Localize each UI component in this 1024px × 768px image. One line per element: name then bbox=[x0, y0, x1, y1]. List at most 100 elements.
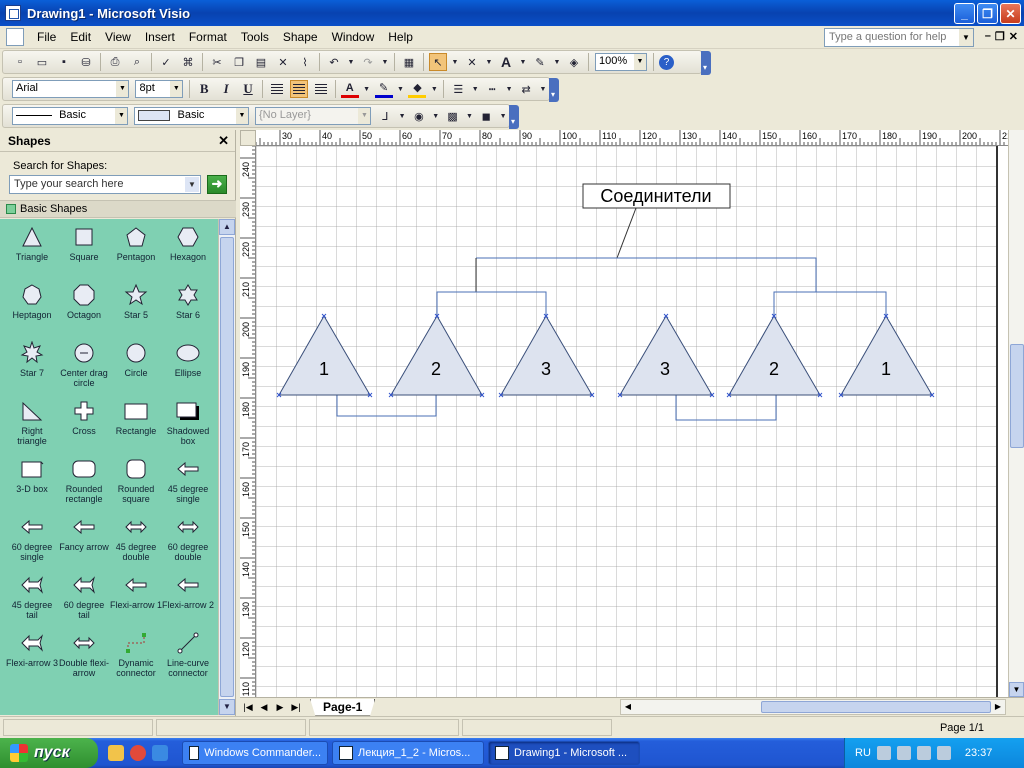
stencil-shape-ellipse[interactable]: Ellipse bbox=[162, 341, 214, 399]
font-size-dropdown-icon[interactable]: ▼ bbox=[170, 81, 183, 97]
horizontal-ruler[interactable]: 30 40 50 60 70 80 90 100 110 120 130 140 150 160 170 18… bbox=[256, 130, 1008, 146]
spelling-icon[interactable]: ✓ bbox=[157, 53, 175, 71]
minimize-button[interactable]: _ bbox=[954, 3, 975, 24]
help-dropdown-icon[interactable]: ▼ bbox=[959, 29, 973, 46]
line-pattern-icon[interactable]: ┅ bbox=[483, 80, 501, 98]
vertical-ruler[interactable]: 240 230 220 210 200 190 180 170 160 150 140 130 120 1… bbox=[240, 146, 256, 697]
save-icon[interactable]: ▪ bbox=[55, 53, 73, 71]
next-page-icon[interactable]: ▶ bbox=[272, 702, 288, 713]
print-icon[interactable]: ⎙ bbox=[106, 53, 124, 71]
doc-restore-button[interactable]: ❐ bbox=[995, 30, 1005, 43]
format-painter-icon[interactable]: ⌇ bbox=[296, 53, 314, 71]
help-icon[interactable]: ? bbox=[659, 54, 674, 70]
connector-top-left[interactable] bbox=[436, 291, 547, 316]
toolbar-options-icon[interactable] bbox=[549, 78, 559, 102]
font-dropdown-icon[interactable]: ▼ bbox=[116, 81, 129, 97]
task-windows-commander[interactable]: Windows Commander... bbox=[182, 741, 328, 765]
stencil-shape-octagon[interactable]: Octagon bbox=[58, 283, 110, 341]
stencil-shape-arrow-double[interactable]: 45 degree double bbox=[110, 515, 162, 573]
stencil-shape-arrow-tail[interactable]: 45 degree tail bbox=[6, 573, 58, 631]
stencil-shape-star5[interactable]: Star 5 bbox=[110, 283, 162, 341]
prev-page-icon[interactable]: ◀ bbox=[256, 702, 272, 713]
dropdown-arrow-icon[interactable]: ▼ bbox=[539, 80, 547, 98]
pointer-tool-icon[interactable]: ↖ bbox=[429, 53, 447, 71]
align-center-icon[interactable] bbox=[289, 80, 308, 98]
menu-insert[interactable]: Insert bbox=[138, 30, 182, 44]
stencil-shape-arrow-left[interactable]: Flexi-arrow 2 bbox=[162, 573, 214, 631]
connector-routing-icon[interactable]: ⅃ bbox=[376, 107, 394, 125]
canvas-horizontal-scrollbar[interactable]: ◀ ▶ bbox=[620, 699, 1006, 715]
stencil-shape-shadow-box[interactable]: Shadowed box bbox=[162, 399, 214, 457]
triangle-shape-6[interactable]: 1 bbox=[840, 314, 933, 396]
fill-color-icon[interactable]: ◆ bbox=[408, 80, 427, 98]
document-icon[interactable] bbox=[6, 28, 24, 46]
stencil-shape-circle[interactable]: Circle bbox=[110, 341, 162, 399]
stencil-scrollbar[interactable]: ▲ ▼ bbox=[218, 219, 235, 715]
dropdown-arrow-icon[interactable]: ▼ bbox=[519, 53, 527, 71]
maximize-button[interactable]: ❐ bbox=[977, 3, 998, 24]
start-button[interactable]: пуск bbox=[0, 738, 98, 768]
scroll-down-icon[interactable]: ▼ bbox=[1009, 682, 1024, 697]
connector-top-main[interactable] bbox=[476, 257, 817, 292]
line-weight-icon[interactable]: ☰ bbox=[449, 80, 467, 98]
stencil-shape-circle-dot[interactable]: Center drag circle bbox=[58, 341, 110, 399]
triangle-shape-3[interactable]: 3 bbox=[500, 314, 593, 396]
undo-icon[interactable]: ↶ bbox=[325, 53, 343, 71]
research-icon[interactable]: ⌘ bbox=[179, 53, 197, 71]
drawing-canvas[interactable]: 1 2 3 3 2 1 Соединители bbox=[256, 146, 1008, 697]
dropdown-arrow-icon[interactable]: ▼ bbox=[347, 53, 355, 71]
stencil-shape-rounded-square[interactable]: Rounded square bbox=[110, 457, 162, 515]
stencil-shape-arrow-tail[interactable]: Flexi-arrow 3 bbox=[6, 631, 58, 689]
quick-launch-icon[interactable] bbox=[108, 745, 124, 761]
zoom-select[interactable]: 100% ▼ bbox=[595, 53, 647, 71]
stencil-shape-arrow-left[interactable]: 60 degree single bbox=[6, 515, 58, 573]
keyboard-icon[interactable] bbox=[876, 746, 891, 760]
zoom-dropdown-icon[interactable]: ▼ bbox=[634, 54, 646, 70]
stencil-shape-dyn-connector[interactable]: Dynamic connector bbox=[110, 631, 162, 689]
dropdown-arrow-icon[interactable]: ▼ bbox=[430, 80, 438, 98]
ruler-corner[interactable] bbox=[240, 130, 256, 146]
stencil-shape-right-triangle[interactable]: Right triangle bbox=[6, 399, 58, 457]
dropdown-arrow-icon[interactable]: ▼ bbox=[553, 53, 561, 71]
dropdown-arrow-icon[interactable]: ▼ bbox=[363, 80, 371, 98]
volume-icon[interactable] bbox=[916, 746, 931, 760]
menu-shape[interactable]: Shape bbox=[276, 30, 325, 44]
permission-icon[interactable]: ⛁ bbox=[77, 53, 95, 71]
italic-icon[interactable]: I bbox=[217, 80, 235, 98]
print-preview-icon[interactable]: ⌕ bbox=[128, 53, 146, 71]
layer-select[interactable]: {No Layer} ▼ bbox=[254, 107, 372, 125]
scroll-thumb[interactable] bbox=[1010, 344, 1024, 448]
doc-minimize-button[interactable]: – bbox=[985, 30, 991, 43]
triangle-shape-2[interactable]: 2 bbox=[390, 314, 483, 396]
shape-fill-icon[interactable]: ◉ bbox=[410, 107, 428, 125]
dropdown-arrow-icon[interactable]: ▼ bbox=[465, 107, 473, 125]
scroll-down-icon[interactable]: ▼ bbox=[219, 699, 235, 715]
line-ends-icon[interactable]: ⇄ bbox=[517, 80, 535, 98]
triangle-shape-4[interactable]: 3 bbox=[619, 315, 713, 396]
fill-style-select[interactable]: Basic ▼ bbox=[134, 107, 249, 125]
stencil-shape-hexagon[interactable]: Hexagon bbox=[162, 225, 214, 283]
stencil-title-bar[interactable]: Basic Shapes bbox=[0, 200, 236, 218]
redo-icon[interactable]: ↷ bbox=[359, 53, 377, 71]
stencil-shape-arrow-tail[interactable]: 60 degree tail bbox=[58, 573, 110, 631]
cut-icon[interactable]: ✂ bbox=[208, 53, 226, 71]
text-tool-icon[interactable]: A bbox=[497, 53, 515, 71]
pattern-icon[interactable]: ▩ bbox=[444, 107, 462, 125]
copy-icon[interactable]: ❐ bbox=[230, 53, 248, 71]
scroll-up-icon[interactable]: ▲ bbox=[219, 219, 235, 235]
open-icon[interactable]: ▭ bbox=[33, 53, 51, 71]
callout-shape[interactable]: Соединители bbox=[582, 183, 731, 209]
dropdown-arrow-icon[interactable]: ▼ bbox=[432, 107, 440, 125]
scroll-left-icon[interactable]: ◀ bbox=[621, 700, 635, 714]
dropdown-arrow-icon[interactable]: ▼ bbox=[499, 107, 507, 125]
line-color-icon[interactable]: ✎ bbox=[374, 80, 393, 98]
stencil-shape-triangle[interactable]: Triangle bbox=[6, 225, 58, 283]
menu-view[interactable]: View bbox=[98, 30, 138, 44]
font-size-select[interactable]: 8pt ▼ bbox=[135, 80, 184, 98]
stencil-shape-pentagon[interactable]: Pentagon bbox=[110, 225, 162, 283]
paste-icon[interactable]: ▤ bbox=[252, 53, 270, 71]
stencil-shape-rectangle[interactable]: Rectangle bbox=[110, 399, 162, 457]
language-indicator[interactable]: RU bbox=[855, 747, 871, 759]
menu-edit[interactable]: Edit bbox=[63, 30, 98, 44]
line-style-dropdown-icon[interactable]: ▼ bbox=[115, 108, 128, 124]
